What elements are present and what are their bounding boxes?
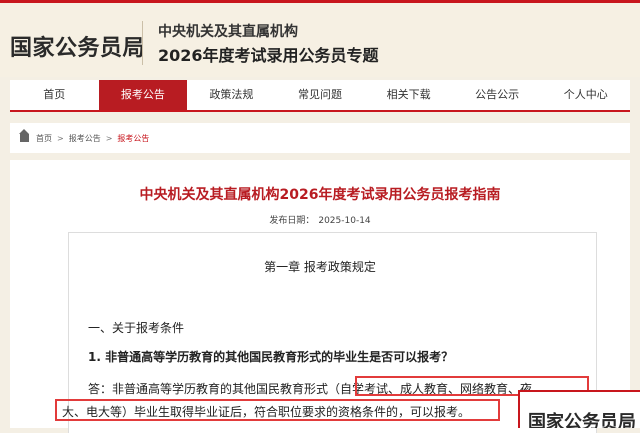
overlay-logo-text: 国家公务员局 — [528, 412, 636, 428]
header-subtitle-topic: 2026年度考试录用公务员专题 — [158, 46, 379, 65]
publish-date: 发布日期： 2025-10-14 — [10, 213, 630, 226]
highlight-box-2 — [55, 399, 500, 421]
site-header: 国家公务员局 中央机关及其直属机构 2026年度考试录用公务员专题 — [0, 3, 640, 77]
breadcrumb: 首页 > 报考公告 > 报考公告 — [10, 123, 630, 153]
publish-date-value: 2025-10-14 — [318, 216, 371, 226]
nav-item-announcements[interactable]: 报考公告 — [98, 80, 188, 110]
nav-item-home[interactable]: 首页 — [10, 80, 99, 110]
nav-item-downloads[interactable]: 相关下载 — [364, 80, 453, 110]
breadcrumb-announcements[interactable]: 报考公告 — [69, 133, 101, 144]
article-title: 中央机关及其直属机构2026年度考试录用公务员报考指南 — [139, 187, 501, 203]
breadcrumb-home[interactable]: 首页 — [36, 133, 52, 144]
main-nav: 首页 报考公告 政策法规 常见问题 相关下载 公告公示 个人中心 — [10, 80, 630, 112]
site-logo[interactable]: 国家公务员局 — [10, 30, 145, 62]
article-panel: 中央机关及其直属机构2026年度考试录用公务员报考指南 发布日期： 2025-10… — [10, 160, 630, 433]
overlay-logo-badge: 国家公务员局 — [518, 390, 640, 428]
header-divider — [142, 21, 143, 65]
nav-item-faq[interactable]: 常见问题 — [276, 80, 365, 110]
home-icon — [19, 129, 29, 142]
breadcrumb-separator: > — [57, 133, 64, 143]
nav-item-policies[interactable]: 政策法规 — [187, 80, 276, 110]
faq-answer-prefix: 答：非普通高等学历教育的其他国民教育形式（ — [88, 382, 341, 396]
nav-item-notices[interactable]: 公告公示 — [453, 80, 542, 110]
section-heading: 一、关于报考条件 — [88, 321, 185, 335]
header-subtitle-org: 中央机关及其直属机构 — [158, 24, 298, 40]
breadcrumb-current[interactable]: 报考公告 — [117, 133, 149, 144]
nav-item-user-center[interactable]: 个人中心 — [541, 80, 630, 110]
breadcrumb-separator: > — [105, 133, 113, 143]
chapter-heading: 第一章 报考政策规定 — [264, 260, 376, 274]
faq-question: 1. 非普通高等学历教育的其他国民教育形式的毕业生是否可以报考？ — [88, 350, 454, 364]
publish-date-label: 发布日期： — [269, 216, 315, 226]
